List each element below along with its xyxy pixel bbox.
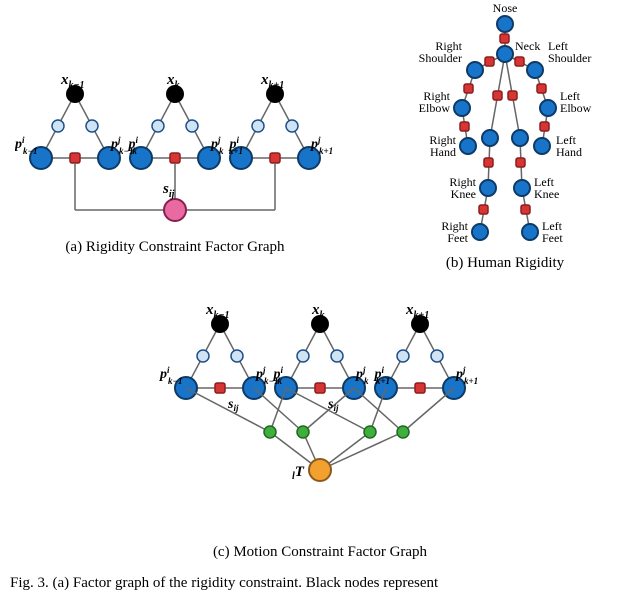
lT-label: lT: [292, 464, 305, 482]
scale-node: [164, 199, 186, 221]
joint-l-shoulder: [527, 62, 543, 78]
p-label: pik−1: [159, 365, 182, 386]
joint-r-feet: [472, 224, 488, 240]
x-label: xk+1: [405, 302, 429, 321]
l-knee-label: LeftKnee: [534, 175, 559, 201]
odom-factor: [86, 120, 98, 132]
odom-factor: [397, 350, 409, 362]
joint-r-elbow: [454, 100, 470, 116]
rigidity-factor: [215, 383, 225, 393]
cluster-k: [130, 85, 220, 169]
r-knee-label: RightKnee: [449, 175, 476, 201]
joint-r-shoulder: [467, 62, 483, 78]
rigidity-factor: [415, 383, 425, 393]
r-elbow-label: RightElbow: [419, 89, 451, 115]
l-elbow-label: LeftElbow: [560, 89, 592, 115]
rigidity-constraint-graph: xk−1 xk xk+1 pik−1 pjk−1 pik pjk pik+1 p…: [15, 70, 355, 290]
cluster-km1: [30, 85, 120, 169]
motion-node: [309, 459, 331, 481]
s-label: sij: [227, 397, 239, 413]
rigidity-factor: [70, 153, 80, 163]
cluster-km1: [175, 315, 265, 399]
caption-b: (b) Human Rigidity: [400, 255, 610, 272]
x-label: xk−1: [205, 302, 230, 321]
joint-nose: [497, 16, 513, 32]
odom-factor: [331, 350, 343, 362]
joint-neck: [497, 46, 513, 62]
neck-label: Neck: [515, 39, 540, 53]
p-label: pik+1: [373, 365, 390, 386]
r-feet-label: RightFeet: [441, 219, 468, 245]
rigidity-factor: [170, 153, 180, 163]
joint-l-feet: [522, 224, 538, 240]
joint-l-hip: [512, 130, 528, 146]
p-label: pik−1: [15, 135, 37, 156]
r-shoulder-label: RightShoulder: [419, 39, 463, 65]
joint-r-hip: [482, 130, 498, 146]
odom-factor: [52, 120, 64, 132]
l-shoulder-label: LeftShoulder: [548, 39, 591, 65]
s-label: sij: [327, 397, 339, 413]
joint-l-hand: [534, 138, 550, 154]
cluster-k: [275, 315, 365, 399]
joint-r-hand: [460, 138, 476, 154]
odom-factor: [197, 350, 209, 362]
x-label: xk−1: [60, 72, 85, 91]
nose-label: Nose: [493, 1, 518, 15]
motion-factor: [297, 426, 309, 438]
x-label: xk+1: [260, 72, 284, 91]
cluster-kp1: [375, 315, 465, 399]
cutoff-text: Fig. 3. (a) Factor graph of the rigidity…: [0, 575, 640, 592]
caption-a: (a) Rigidity Constraint Factor Graph: [15, 239, 335, 256]
odom-factor: [252, 120, 264, 132]
joint-l-knee: [514, 180, 530, 196]
odom-factor: [286, 120, 298, 132]
human-rigidity-graph: Nose Neck RightShoulder LeftShoulder Rig…: [380, 0, 630, 255]
p-label: pik+1: [228, 135, 243, 156]
r-hand-label: RightHand: [429, 133, 456, 159]
odom-factor: [186, 120, 198, 132]
rigidity-factor: [315, 383, 325, 393]
l-hand-label: LeftHand: [556, 133, 582, 159]
odom-factor: [297, 350, 309, 362]
odom-factor: [231, 350, 243, 362]
odom-factor: [152, 120, 164, 132]
motion-constraint-graph: xk−1 xk xk+1 pik−1 pjk−1 pik pjk pik+1 p…: [140, 300, 500, 540]
s-label: sij: [162, 181, 175, 200]
joint-r-knee: [480, 180, 496, 196]
joint-l-elbow: [540, 100, 556, 116]
caption-c: (c) Motion Constraint Factor Graph: [140, 544, 500, 561]
odom-factor: [431, 350, 443, 362]
l-feet-label: LeftFeet: [542, 219, 563, 245]
motion-factor: [364, 426, 376, 438]
rigidity-factor: [270, 153, 280, 163]
motion-factor: [264, 426, 276, 438]
cluster-kp1: [230, 85, 320, 169]
motion-factor: [397, 426, 409, 438]
